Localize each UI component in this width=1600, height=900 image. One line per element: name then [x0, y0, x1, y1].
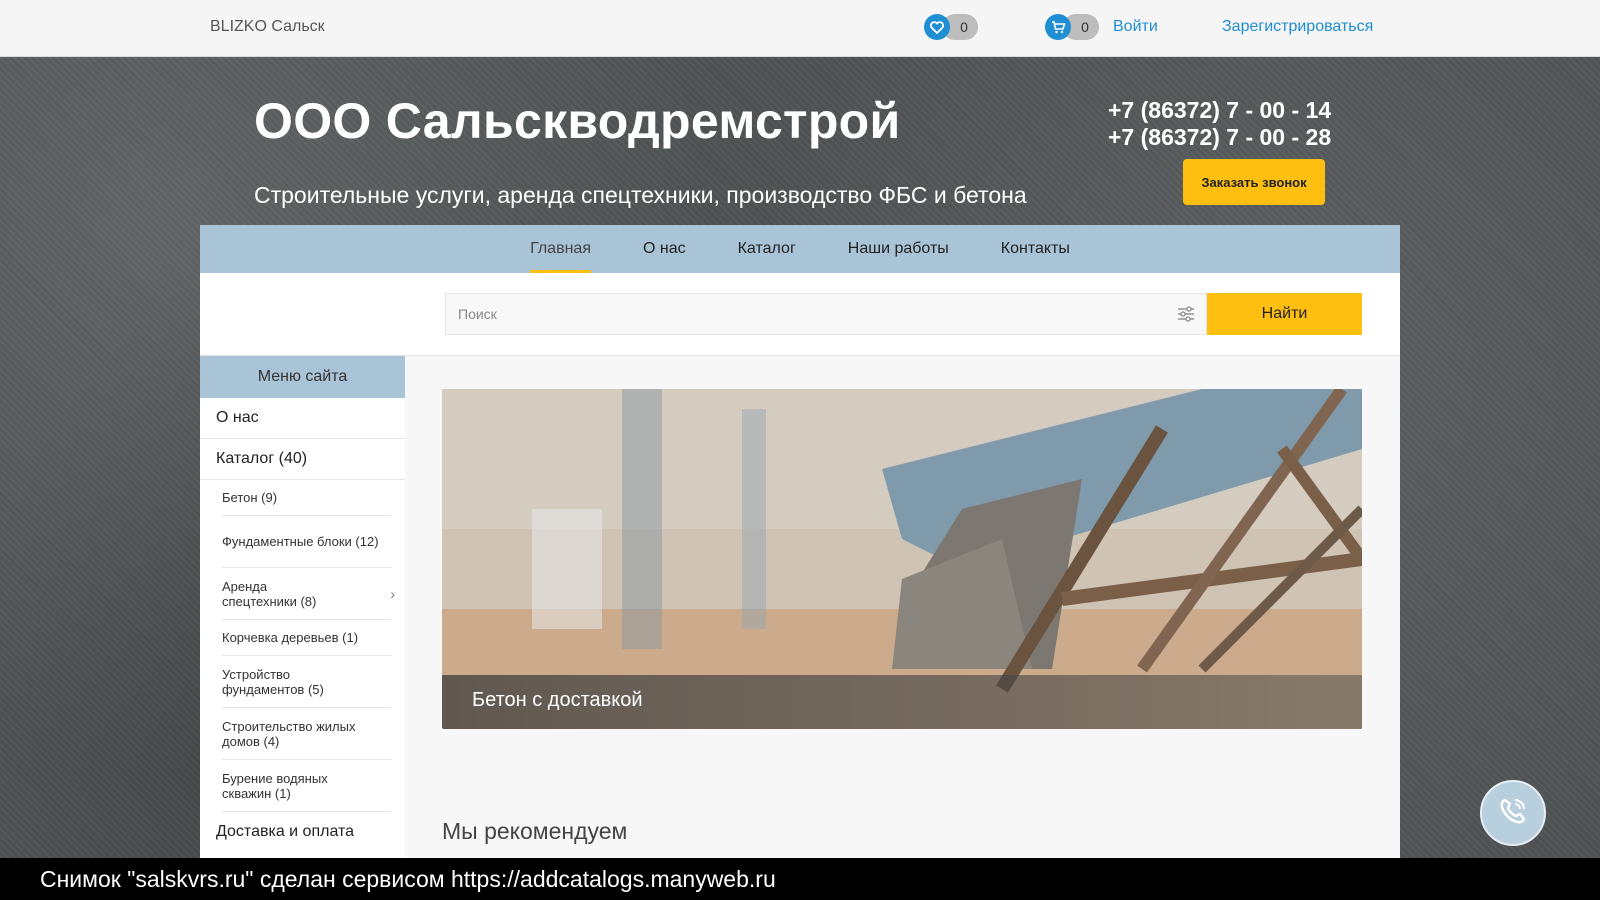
site-subtitle: Строительные услуги, аренда спецтехники,…	[254, 182, 1027, 208]
sidebar-subitem-equipment-rental[interactable]: Аренда спецтехники (8) ›	[222, 568, 395, 620]
sidebar-subitem-concrete[interactable]: Бетон (9)	[222, 480, 391, 516]
banner-caption: Бетон с доставкой	[442, 675, 1362, 729]
search-input[interactable]	[445, 293, 1207, 335]
top-bar: BLIZKO Сальск 0 0 Войти Зарегистрировать…	[0, 0, 1600, 57]
banner-caption-text[interactable]: Бетон с доставкой	[472, 689, 643, 712]
nav-about[interactable]: О нас	[643, 225, 686, 273]
sidebar-subitem-stump-removal[interactable]: Корчевка деревьев (1)	[222, 620, 391, 656]
phone-number-1: +7 (86372) 7 - 00 - 14	[1108, 97, 1332, 123]
hero-banner[interactable]: Бетон с доставкой	[442, 389, 1362, 729]
cart-icon	[1045, 14, 1071, 40]
register-link[interactable]: Зарегистрироваться	[1222, 18, 1373, 36]
screenshot-caption-bar: Снимок "salskvrs.ru" сделан сервисом htt…	[0, 858, 1600, 900]
content-container: Главная О нас Каталог Наши работы Контак…	[200, 225, 1400, 858]
sidebar-item-about[interactable]: О нас	[200, 398, 405, 439]
nav-catalog[interactable]: Каталог	[738, 225, 796, 273]
phone-icon	[1496, 794, 1530, 833]
floating-call-button[interactable]	[1480, 780, 1546, 846]
sidebar-subitem-label: Устройство фундаментов (5)	[222, 666, 324, 697]
favorites-counter[interactable]: 0	[924, 14, 978, 40]
heart-icon	[924, 14, 950, 40]
sidebar-subitem-label: Бурение водяных скважин (1)	[222, 770, 328, 801]
sidebar-subitem-label: Фундаментные блоки (12)	[222, 534, 379, 549]
search-bar: Найти	[200, 273, 1400, 356]
screenshot-caption: Снимок "salskvrs.ru" сделан сервисом htt…	[40, 866, 776, 892]
sidebar-subitem-label: Аренда спецтехники (8)	[222, 578, 317, 609]
sidebar-subitem-foundation-works[interactable]: Устройство фундаментов (5)	[222, 656, 391, 708]
sidebar-subitem-label: Корчевка деревьев (1)	[222, 630, 359, 645]
nav-contacts[interactable]: Контакты	[1001, 225, 1070, 273]
filter-settings-icon[interactable]	[1177, 306, 1195, 322]
site-title[interactable]: ООО Сальскводремстрой	[254, 92, 901, 150]
sidebar-subitem-foundation-blocks[interactable]: Фундаментные блоки (12)	[222, 516, 391, 568]
sidebar-subitem-house-building[interactable]: Строительство жилых домов (4)	[222, 708, 391, 760]
sidebar-item-catalog[interactable]: Каталог (40)	[200, 439, 405, 480]
sidebar-subitem-label: Бетон (9)	[222, 490, 278, 505]
login-link[interactable]: Войти	[1113, 18, 1158, 36]
sidebar-subitem-well-drilling[interactable]: Бурение водяных скважин (1)	[222, 760, 391, 812]
cart-counter[interactable]: 0	[1045, 14, 1099, 40]
phone-number-2: +7 (86372) 7 - 00 - 28	[1108, 124, 1332, 150]
sidebar-title: Меню сайта	[200, 356, 405, 398]
sidebar-subitem-label: Строительство жилых домов (4)	[222, 718, 356, 749]
search-button[interactable]: Найти	[1207, 293, 1362, 335]
chevron-right-icon[interactable]: ›	[390, 586, 395, 602]
nav-works[interactable]: Наши работы	[848, 225, 949, 273]
nav-home[interactable]: Главная	[530, 225, 591, 273]
city-brand[interactable]: BLIZKO Сальск	[210, 18, 325, 36]
sidebar-menu: Меню сайта О нас Каталог (40) Бетон (9) …	[200, 356, 405, 858]
order-call-button[interactable]: Заказать звонок	[1183, 159, 1325, 205]
sidebar-item-delivery[interactable]: Доставка и оплата	[200, 812, 405, 852]
recommend-heading: Мы рекомендуем	[442, 818, 628, 844]
main-nav: Главная О нас Каталог Наши работы Контак…	[200, 225, 1400, 273]
